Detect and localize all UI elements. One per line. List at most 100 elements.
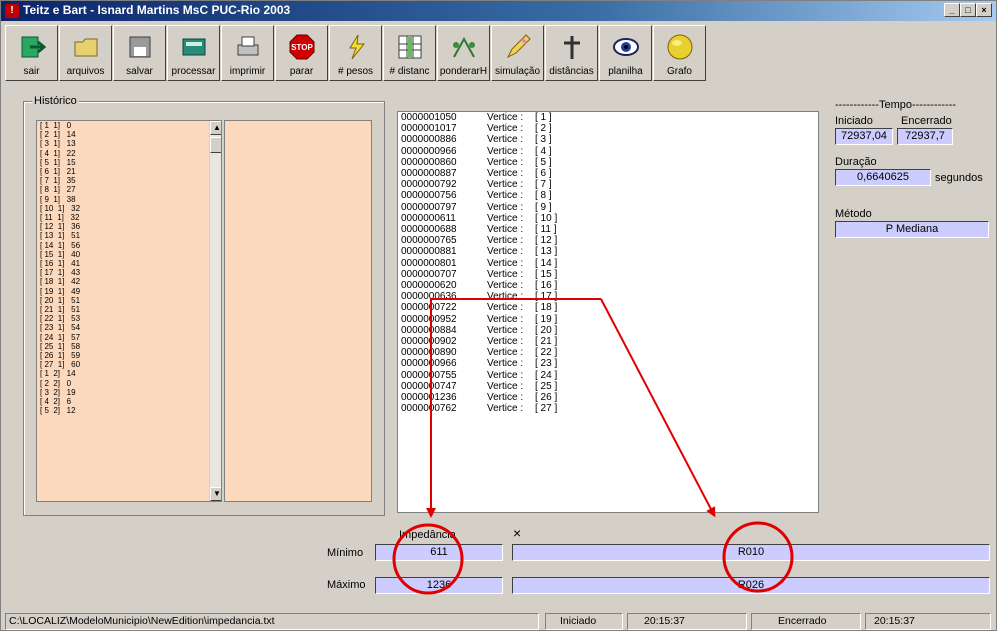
historico-row[interactable]: [ 11 1] 32 [37,213,221,222]
vertice-row[interactable]: 0000001236 Vertice : [ 26 ] [398,392,818,403]
historico-row[interactable]: [ 10 1] 32 [37,204,221,213]
historico-row[interactable]: [ 19 1] 49 [37,287,221,296]
vertice-row[interactable]: 0000000886 Vertice : [ 3 ] [398,134,818,145]
historico-row[interactable]: [ 5 2] 12 [37,406,221,415]
vertice-row[interactable]: 0000000688 Vertice : [ 11 ] [398,224,818,235]
historico-row[interactable]: [ 23 1] 54 [37,323,221,332]
historico-row[interactable]: [ 9 1] 38 [37,195,221,204]
vertice-row[interactable]: 0000000792 Vertice : [ 7 ] [398,179,818,190]
historico-row[interactable]: [ 22 1] 53 [37,314,221,323]
vertice-row[interactable]: 0000000722 Vertice : [ 18 ] [398,302,818,313]
vertice-index: [ 15 ] [535,268,558,280]
historico-row[interactable]: [ 3 1] 13 [37,139,221,148]
historico-row[interactable]: [ 4 1] 22 [37,149,221,158]
toolbar-button-imprimir[interactable]: imprimir [221,25,274,81]
weights-icon [449,32,479,62]
toolbar-button-label: imprimir [229,66,266,77]
vertice-row[interactable]: 0000001050 Vertice : [ 1 ] [398,112,818,123]
toolbar-button-parar[interactable]: STOP parar [275,25,328,81]
historico-row[interactable]: [ 25 1] 58 [37,342,221,351]
historico-row[interactable]: [ 5 1] 15 [37,158,221,167]
close-button[interactable]: × [976,3,992,17]
vertice-row[interactable]: 0000000966 Vertice : [ 4 ] [398,146,818,157]
minimo-id-field[interactable]: R010 [512,544,990,561]
vertice-row[interactable]: 0000000952 Vertice : [ 19 ] [398,314,818,325]
toolbar-button-planilha[interactable]: planilha [599,25,652,81]
scroll-thumb[interactable] [210,137,221,153]
vertice-row[interactable]: 0000000636 Vertice : [ 17 ] [398,291,818,302]
maximo-value-field[interactable]: 1236 [375,577,503,594]
toolbar-button-dist-ncias[interactable]: distâncias [545,25,598,81]
toolbar-button-distanc[interactable]: # distanc [383,25,436,81]
vertice-code: 0000000952 [401,313,457,325]
historico-row[interactable]: [ 3 2] 19 [37,388,221,397]
vertice-row[interactable]: 0000000762 Vertice : [ 27 ] [398,403,818,414]
historico-row[interactable]: [ 15 1] 40 [37,250,221,259]
toolbar-button-simula-o[interactable]: simulação [491,25,544,81]
historico-row[interactable]: [ 24 1] 57 [37,333,221,342]
historico-row[interactable]: [ 1 1] 0 [37,121,221,130]
historico-row[interactable]: [ 21 1] 51 [37,305,221,314]
vertice-row[interactable]: 0000000884 Vertice : [ 20 ] [398,325,818,336]
vertice-row[interactable]: 0000000765 Vertice : [ 12 ] [398,235,818,246]
toolbar-button-ponderarh[interactable]: ponderarH [437,25,490,81]
historico-list-secondary[interactable] [224,120,372,502]
toolbar-button-grafo[interactable]: Grafo [653,25,706,81]
historico-scrollbar[interactable]: ▲ ▼ [209,121,221,501]
toolbar-button-pesos[interactable]: # pesos [329,25,382,81]
vertice-index: [ 3 ] [535,134,552,146]
iniciado-field[interactable]: 72937,04 [835,128,893,145]
maximize-button[interactable]: □ [960,3,976,17]
vertice-row[interactable]: 0000000902 Vertice : [ 21 ] [398,336,818,347]
vertice-list[interactable]: 0000001050 Vertice : [ 1 ] 0000001017 Vertic… [397,111,819,513]
minimize-button[interactable]: _ [944,3,960,17]
vertice-row[interactable]: 0000000797 Vertice : [ 9 ] [398,202,818,213]
historico-row[interactable]: [ 26 1] 59 [37,351,221,360]
historico-row[interactable]: [ 18 1] 42 [37,277,221,286]
vertice-row[interactable]: 0000001017 Vertice : [ 2 ] [398,123,818,134]
historico-row[interactable]: [ 2 2] 0 [37,379,221,388]
vertice-row[interactable]: 0000000881 Vertice : [ 13 ] [398,246,818,257]
vertice-row[interactable]: 0000000755 Vertice : [ 24 ] [398,370,818,381]
historico-row[interactable]: [ 7 1] 35 [37,176,221,185]
maximo-label: Máximo [327,579,366,591]
metodo-field[interactable]: P Mediana [835,221,989,238]
historico-row[interactable]: [ 14 1] 56 [37,241,221,250]
vertice-row[interactable]: 0000000611 Vertice : [ 10 ] [398,213,818,224]
vertice-code: 0000000765 [401,235,457,247]
vertice-row[interactable]: 0000000620 Vertice : [ 16 ] [398,280,818,291]
vertice-row[interactable]: 0000000966 Vertice : [ 23 ] [398,358,818,369]
historico-row[interactable]: [ 17 1] 43 [37,268,221,277]
toolbar-button-salvar[interactable]: salvar [113,25,166,81]
historico-row[interactable]: [ 4 2] 6 [37,397,221,406]
toolbar-button-sair[interactable]: sair [5,25,58,81]
historico-row[interactable]: [ 13 1] 51 [37,231,221,240]
historico-row[interactable]: [ 8 1] 27 [37,185,221,194]
historico-row[interactable]: [ 16 1] 41 [37,259,221,268]
duracao-field[interactable]: 0,6640625 [835,169,931,186]
vertice-row[interactable]: 0000000707 Vertice : [ 15 ] [398,269,818,280]
vertice-index: [ 11 ] [535,224,557,236]
vertice-row[interactable]: 0000000890 Vertice : [ 22 ] [398,347,818,358]
scroll-up-icon[interactable]: ▲ [210,121,221,135]
toolbar-button-arquivos[interactable]: arquivos [59,25,112,81]
toolbar-button-processar[interactable]: processar [167,25,220,81]
encerrado-field[interactable]: 72937,7 [897,128,953,145]
maximo-id-field[interactable]: R026 [512,577,990,594]
historico-list[interactable]: [ 1 1] 0[ 2 1] 14[ 3 1] 13[ 4 1] 22[ 5 1… [36,120,222,502]
vertice-row[interactable]: 0000000747 Vertice : [ 25 ] [398,381,818,392]
vertice-code: 0000000756 [401,190,457,202]
historico-row[interactable]: [ 27 1] 60 [37,360,221,369]
vertice-row[interactable]: 0000000756 Vertice : [ 8 ] [398,190,818,201]
historico-row[interactable]: [ 2 1] 14 [37,130,221,139]
historico-row[interactable]: [ 1 2] 14 [37,369,221,378]
minimo-value-field[interactable]: 611 [375,544,503,561]
vertice-row[interactable]: 0000000887 Vertice : [ 6 ] [398,168,818,179]
scroll-down-icon[interactable]: ▼ [210,487,221,501]
historico-row[interactable]: [ 6 1] 21 [37,167,221,176]
vertice-row[interactable]: 0000000801 Vertice : [ 14 ] [398,258,818,269]
vertice-row[interactable]: 0000000860 Vertice : [ 5 ] [398,157,818,168]
historico-row[interactable]: [ 12 1] 36 [37,222,221,231]
vertice-label: Vertice : [487,392,524,404]
historico-row[interactable]: [ 20 1] 51 [37,296,221,305]
